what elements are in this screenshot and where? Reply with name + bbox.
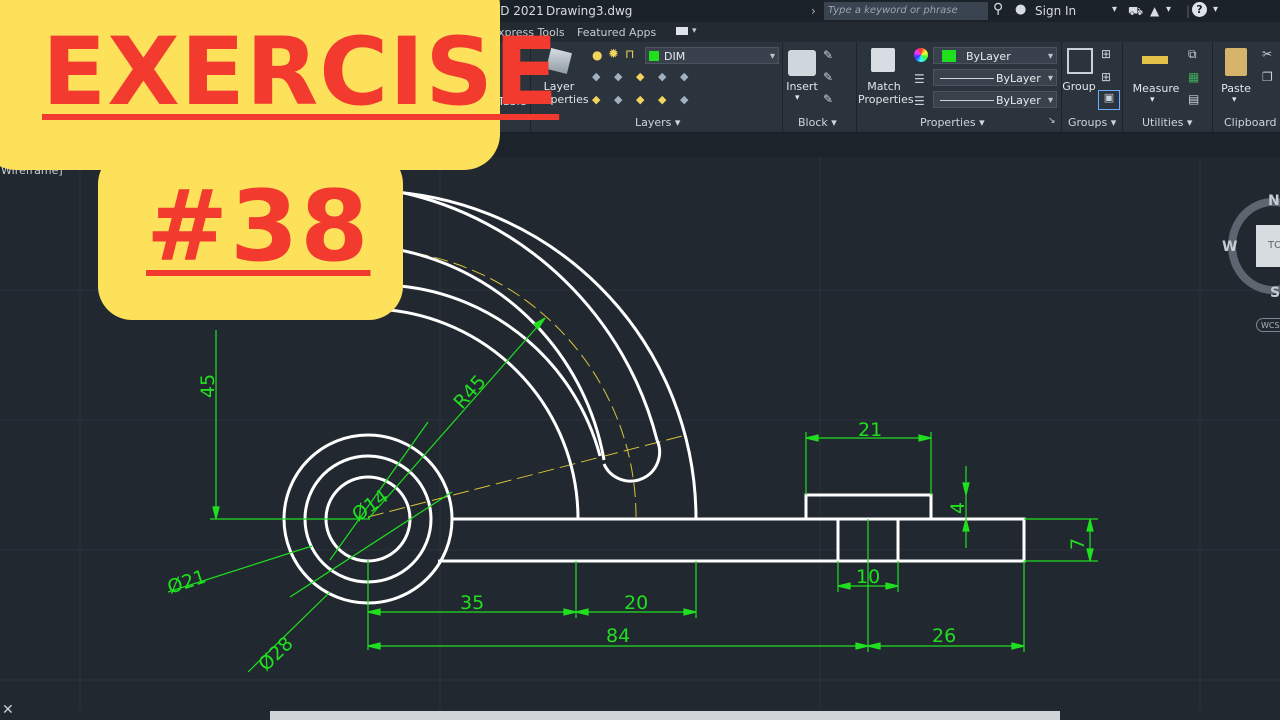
- command-line-input[interactable]: [270, 711, 1060, 720]
- dim-26: 26: [932, 625, 956, 647]
- arm-rectangle: [438, 517, 1026, 563]
- dim-d21: Ø21: [165, 566, 209, 599]
- dim-20: 20: [624, 592, 648, 614]
- dim-4: 4: [947, 502, 969, 514]
- dim-7: 7: [1067, 538, 1089, 550]
- dim-d14: Ø14: [348, 485, 393, 526]
- exercise-title: EXERCISE: [42, 18, 560, 127]
- dim-10: 10: [856, 566, 880, 588]
- dim-84: 84: [606, 625, 630, 647]
- dim-35: 35: [460, 592, 484, 614]
- wcs-menu[interactable]: WCS: [1256, 318, 1280, 332]
- dim-21: 21: [858, 419, 882, 441]
- compass-west[interactable]: W: [1222, 239, 1237, 255]
- compass-north[interactable]: N: [1268, 193, 1280, 209]
- dim-r45: R45: [449, 371, 490, 414]
- dim-d28: Ø28: [254, 633, 297, 676]
- slot-inner-arc: [399, 248, 606, 461]
- slot-end: [602, 439, 662, 483]
- dim-45: 45: [197, 374, 219, 398]
- close-icon[interactable]: ✕: [2, 702, 14, 718]
- dimensions: [167, 317, 1098, 673]
- compass-south[interactable]: S: [1270, 285, 1280, 301]
- outer-arc: [367, 189, 698, 520]
- viewcube-face[interactable]: TO: [1256, 225, 1280, 267]
- top-boss: [804, 493, 933, 521]
- dimension-labels: 45 R45 Ø14 Ø21 Ø28 35 20 84 26 21 4 7 10: [165, 371, 1089, 676]
- exercise-number: #38: [146, 170, 371, 284]
- inner-arc: [367, 307, 580, 520]
